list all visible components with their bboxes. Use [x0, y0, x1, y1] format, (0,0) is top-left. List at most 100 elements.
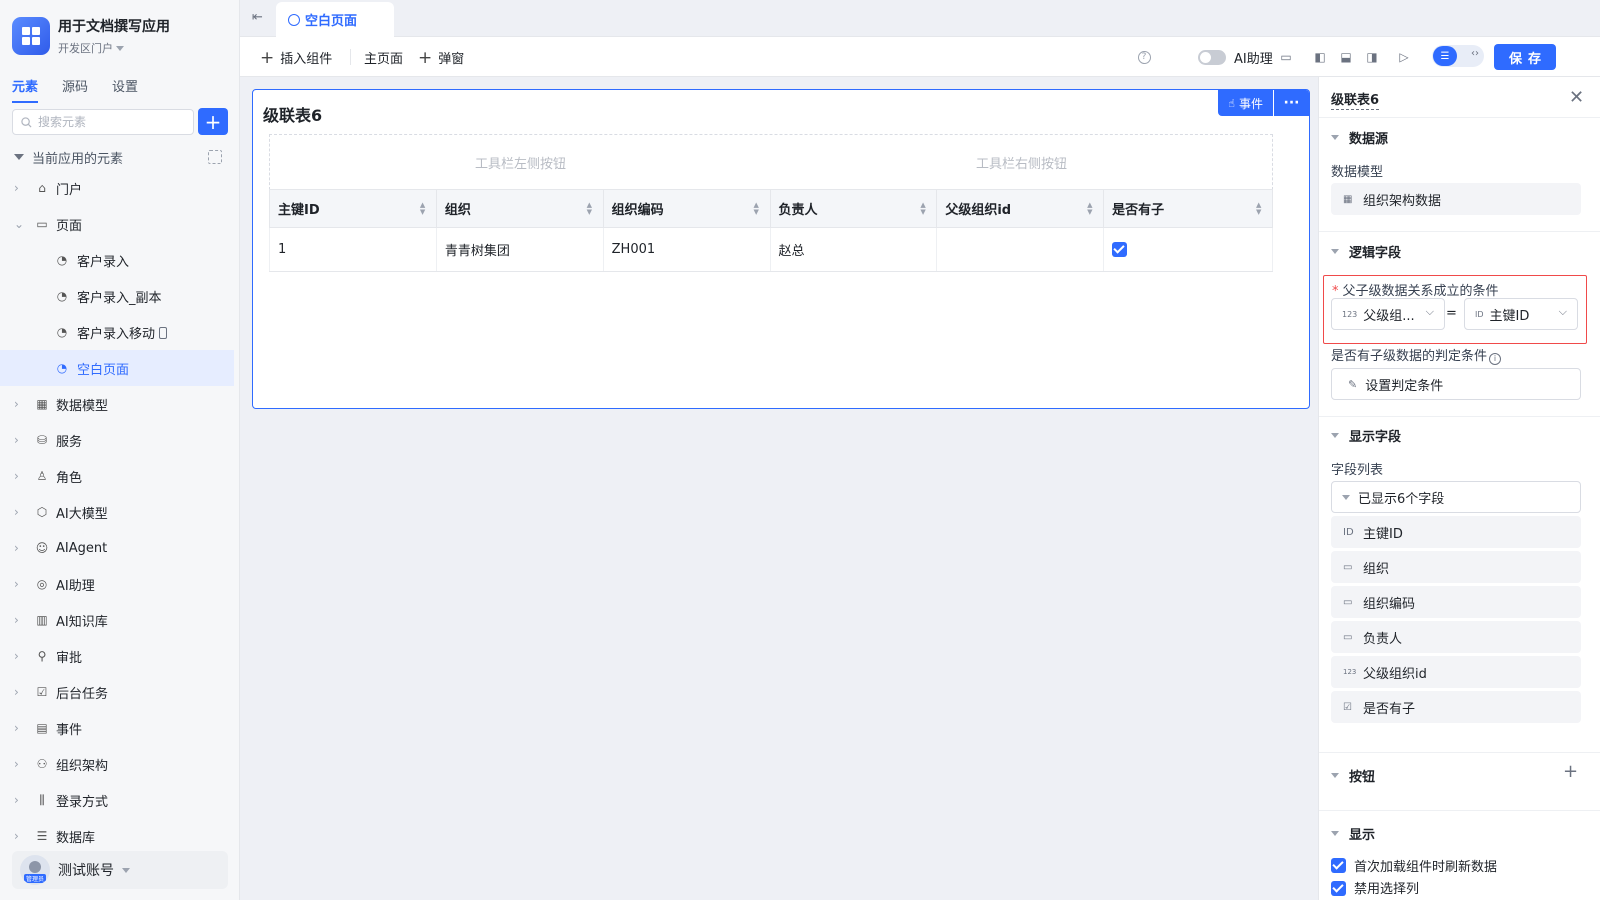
preview-icon[interactable]: ▷ [1396, 49, 1412, 65]
chevron-right-icon[interactable]: › [14, 506, 22, 518]
popup-button[interactable]: + 弹窗 [418, 48, 464, 67]
tab-settings[interactable]: 设置 [112, 76, 138, 103]
more-options-button[interactable]: ··· [1273, 90, 1309, 116]
tree-item-approval[interactable]: › ⚲ 审批 [0, 638, 234, 674]
field-item[interactable]: ▭ 组织 [1331, 551, 1581, 583]
toolbar-right-slot[interactable]: 工具栏右侧按钮 [771, 135, 1272, 189]
chevron-right-icon[interactable]: › [14, 650, 22, 662]
close-icon[interactable]: ✕ [1569, 87, 1584, 108]
column-header[interactable]: 组织编码 ▲ ▼ [602, 189, 771, 228]
field-item[interactable]: 123 父级组织id [1331, 656, 1581, 688]
tree-item-ai-agent[interactable]: › ☺ AIAgent [0, 530, 234, 566]
env-selector[interactable]: 开发区门户 [58, 40, 170, 56]
tree-item-pages[interactable]: ⌄ ▭ 页面 [0, 206, 234, 242]
chevron-right-icon[interactable]: › [14, 434, 22, 446]
checkbox-checked[interactable] [1112, 242, 1128, 257]
tree-item-service[interactable]: › ⛁ 服务 [0, 422, 234, 458]
filter-icon[interactable] [208, 150, 222, 164]
field-item[interactable]: ☑ 是否有子 [1331, 691, 1581, 723]
tree-item-ai-knowledge[interactable]: › ▥ AI知识库 [0, 602, 234, 638]
info-icon[interactable]: i [1489, 353, 1502, 365]
section-logic-fields[interactable]: 逻辑字段 [1331, 242, 1401, 261]
toolbar-left-slot[interactable]: 工具栏左侧按钮 [270, 135, 771, 189]
chevron-right-icon[interactable]: › [14, 830, 22, 842]
tree-item-portal[interactable]: › ⌂ 门户 [0, 170, 234, 206]
section-display[interactable]: 显示 [1331, 824, 1375, 843]
sort-icon[interactable]: ▲ ▼ [1087, 202, 1095, 216]
code-mode-icon[interactable]: ‹› [1471, 48, 1479, 59]
field-item[interactable]: ID 主键ID [1331, 516, 1581, 548]
tree-item-background-task[interactable]: › ☑ 后台任务 [0, 674, 234, 710]
set-condition-button[interactable]: ✎ 设置判定条件 [1331, 368, 1581, 400]
panel-right-icon[interactable]: ◨ [1364, 49, 1380, 65]
account-menu[interactable]: 管理员 测试账号 [12, 851, 228, 889]
tree-item-role[interactable]: › ♙ 角色 [0, 458, 234, 494]
help-icon[interactable]: ? [1136, 49, 1152, 65]
field-item[interactable]: ▭ 负责人 [1331, 621, 1581, 653]
section-datasource[interactable]: 数据源 [1331, 128, 1388, 147]
section-buttons[interactable]: 按钮 [1331, 766, 1375, 785]
field-item[interactable]: ▭ 组织编码 [1331, 586, 1581, 618]
tab-elements[interactable]: 元素 [12, 76, 39, 103]
chevron-right-icon[interactable]: › [14, 398, 22, 410]
chevron-right-icon[interactable]: › [14, 614, 22, 626]
tab-source[interactable]: 源码 [62, 76, 88, 103]
tree-item-customer-entry-copy[interactable]: ◔ 客户录入_副本 [0, 278, 234, 314]
insert-component-button[interactable]: + 插入组件 [260, 48, 332, 67]
sort-icon[interactable]: ▲ ▼ [1256, 202, 1264, 216]
tree-item-event[interactable]: › ▤ 事件 [0, 710, 234, 746]
chevron-right-icon[interactable]: › [14, 182, 22, 194]
cascade-table-widget[interactable]: 级联表6 ☝ 事件 ··· 工具栏左侧按钮 工具栏右侧按钮 主键ID ▲ ▼ 组织 ▲… [252, 89, 1310, 409]
add-button-icon[interactable]: + [1563, 761, 1578, 782]
tree-item-data-model[interactable]: › ▦ 数据模型 [0, 386, 234, 422]
column-header[interactable]: 是否有子 ▲ ▼ [1103, 189, 1273, 228]
panel-left-icon[interactable]: ◧ [1312, 49, 1328, 65]
tree-item-customer-entry-mobile[interactable]: ◔ 客户录入移动 [0, 314, 234, 350]
section-display-fields[interactable]: 显示字段 [1331, 426, 1401, 445]
chevron-right-icon[interactable]: › [14, 758, 22, 770]
event-button[interactable]: ☝ 事件 [1218, 90, 1273, 116]
checkbox-checked[interactable] [1331, 881, 1346, 896]
collapse-sidebar-icon[interactable]: ⇤ [252, 10, 268, 25]
refresh-on-load-option[interactable]: 首次加载组件时刷新数据 [1331, 856, 1497, 875]
datamodel-select[interactable]: ▦ 组织架构数据 [1331, 183, 1581, 215]
sort-icon[interactable]: ▲ ▼ [420, 202, 428, 216]
ai-assistant-toggle[interactable] [1198, 50, 1226, 65]
search-input[interactable] [38, 115, 178, 129]
tree-item-customer-entry[interactable]: ◔ 客户录入 [0, 242, 234, 278]
main-page-button[interactable]: 主页面 [364, 48, 403, 67]
tree-item-login-method[interactable]: › ⫼ 登录方式 [0, 782, 234, 818]
shown-fields-toggle[interactable]: 已显示6个字段 [1331, 481, 1581, 513]
design-mode-icon[interactable]: ☰ [1433, 46, 1457, 66]
table-row[interactable]: 1 青青树集团 ZH001 赵总 [269, 227, 1273, 272]
chevron-right-icon[interactable]: › [14, 542, 22, 554]
tree-item-ai-model[interactable]: › ⬡ AI大模型 [0, 494, 234, 530]
sort-icon[interactable]: ▲ ▼ [920, 202, 928, 216]
chevron-right-icon[interactable]: › [14, 686, 22, 698]
sort-icon[interactable]: ▲ ▼ [587, 202, 595, 216]
chevron-right-icon[interactable]: › [14, 470, 22, 482]
panel-bottom-icon[interactable]: ⬓ [1338, 49, 1354, 65]
disable-select-column-option[interactable]: 禁用选择列 [1331, 878, 1419, 900]
chevron-right-icon[interactable]: › [14, 578, 22, 590]
column-header[interactable]: 主键ID ▲ ▼ [269, 189, 437, 228]
key-field-select[interactable]: ID 主键ID ⌵ [1464, 298, 1578, 330]
view-mode-switch[interactable]: ☰ ‹› [1432, 45, 1484, 67]
sort-icon[interactable]: ▲ ▼ [754, 202, 762, 216]
column-header[interactable]: 组织 ▲ ▼ [435, 189, 604, 228]
tree-item-database[interactable]: › ☰ 数据库 [0, 818, 234, 854]
tree-item-organization[interactable]: › ⚇ 组织架构 [0, 746, 234, 782]
parent-field-select[interactable]: 123 父级组... ⌵ [1331, 298, 1445, 330]
save-button[interactable]: 保存 [1494, 44, 1556, 70]
layout-icon[interactable]: ▭ [1278, 49, 1294, 65]
tab-blank-page[interactable]: 空白页面 [276, 2, 394, 37]
tree-root[interactable]: 当前应用的元素 [14, 147, 222, 167]
column-header[interactable]: 父级组织id ▲ ▼ [936, 189, 1105, 228]
column-header[interactable]: 负责人 ▲ ▼ [769, 189, 938, 228]
panel-title[interactable]: 级联表6 [1331, 89, 1380, 110]
checkbox-checked[interactable] [1331, 858, 1346, 873]
chevron-down-icon[interactable]: ⌄ [14, 218, 24, 230]
tree-item-blank-page[interactable]: ◔ 空白页面 [0, 350, 234, 386]
chevron-right-icon[interactable]: › [14, 722, 22, 734]
tree-item-ai-assistant[interactable]: › ◎ AI助理 [0, 566, 234, 602]
